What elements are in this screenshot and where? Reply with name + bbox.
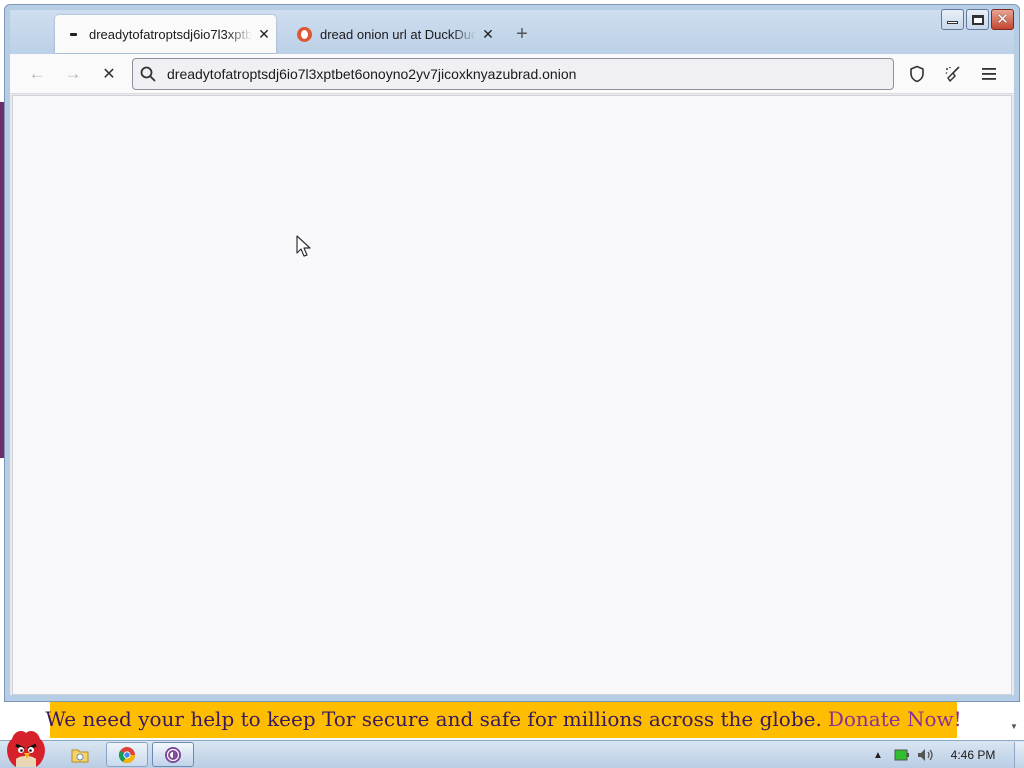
close-icon: ✕	[996, 11, 1009, 28]
browser-frame: dreadytofatroptsdj6io7l3xptbet6onoyno2yv…	[10, 10, 1014, 695]
mouse-cursor-icon	[295, 234, 313, 265]
hamburger-menu-icon[interactable]	[977, 62, 1001, 86]
stop-loading-button[interactable]: ✕	[97, 62, 121, 86]
volume-icon[interactable]	[914, 743, 938, 767]
folder-icon	[71, 749, 89, 762]
new-tab-button[interactable]: +	[510, 22, 534, 46]
tab-strip: dreadytofatroptsdj6io7l3xptbet6onoyno2yv…	[10, 10, 1014, 54]
duckduckgo-icon	[296, 26, 312, 42]
tor-browser-window: dreadytofatroptsdj6io7l3xptbet6onoyno2yv…	[4, 4, 1020, 702]
maximize-icon	[971, 14, 984, 25]
system-tray: ▲ 4:46 PM	[866, 741, 1024, 768]
new-identity-broom-icon[interactable]	[941, 62, 965, 86]
tor-onion-icon	[165, 746, 181, 763]
back-button[interactable]: ←	[25, 62, 49, 86]
donate-now-link[interactable]: Donate Now!	[828, 707, 962, 731]
donate-banner: We need your help to keep Tor secure and…	[45, 700, 962, 738]
url-text[interactable]: dreadytofatroptsdj6io7l3xptbet6onoyno2yv…	[163, 66, 576, 82]
chrome-icon	[118, 746, 136, 763]
show-desktop-button[interactable]	[1014, 742, 1024, 768]
show-hidden-icons-arrow[interactable]: ▲	[866, 743, 890, 767]
tor-browser-taskbar-button[interactable]	[152, 742, 194, 767]
scroll-down-arrow-icon[interactable]: ▼	[1010, 722, 1020, 734]
dash-icon	[65, 26, 81, 42]
chrome-taskbar-button[interactable]	[106, 742, 148, 767]
window-controls: ✕	[941, 9, 1014, 30]
search-icon	[133, 66, 163, 82]
shield-icon[interactable]	[905, 62, 929, 86]
navigation-toolbar: ← → ✕ dreadytofatroptsdj6io7l3xptbet6ono…	[10, 54, 1014, 94]
maximize-button[interactable]	[966, 9, 989, 30]
tab-title: dread onion url at DuckDuckGo	[320, 26, 476, 42]
tab-duckduckgo-search[interactable]: dread onion url at DuckDuckGo ✕	[286, 15, 500, 53]
tab-dread-onion[interactable]: dreadytofatroptsdj6io7l3xptbet6onoyno2yv…	[55, 15, 276, 53]
tab-title: dreadytofatroptsdj6io7l3xptbet6onoyno2yv…	[89, 26, 252, 42]
forward-button[interactable]: →	[61, 62, 85, 86]
page-content-area[interactable]	[12, 95, 1012, 695]
taskbar: ▲ 4:46 PM	[0, 731, 1024, 768]
minimize-button[interactable]	[941, 9, 964, 30]
start-button-angry-bird-icon[interactable]	[2, 729, 50, 768]
address-bar[interactable]: dreadytofatroptsdj6io7l3xptbet6onoyno2yv…	[132, 58, 894, 90]
donate-banner-message: We need your help to keep Tor secure and…	[45, 707, 822, 731]
minimize-icon	[947, 21, 958, 24]
close-window-button[interactable]: ✕	[991, 9, 1014, 30]
close-tab-icon[interactable]: ✕	[252, 26, 276, 43]
close-tab-icon[interactable]: ✕	[476, 26, 500, 43]
file-explorer-taskbar-button[interactable]	[59, 742, 101, 767]
taskbar-clock[interactable]: 4:46 PM	[938, 748, 1008, 762]
battery-icon[interactable]	[890, 743, 914, 767]
